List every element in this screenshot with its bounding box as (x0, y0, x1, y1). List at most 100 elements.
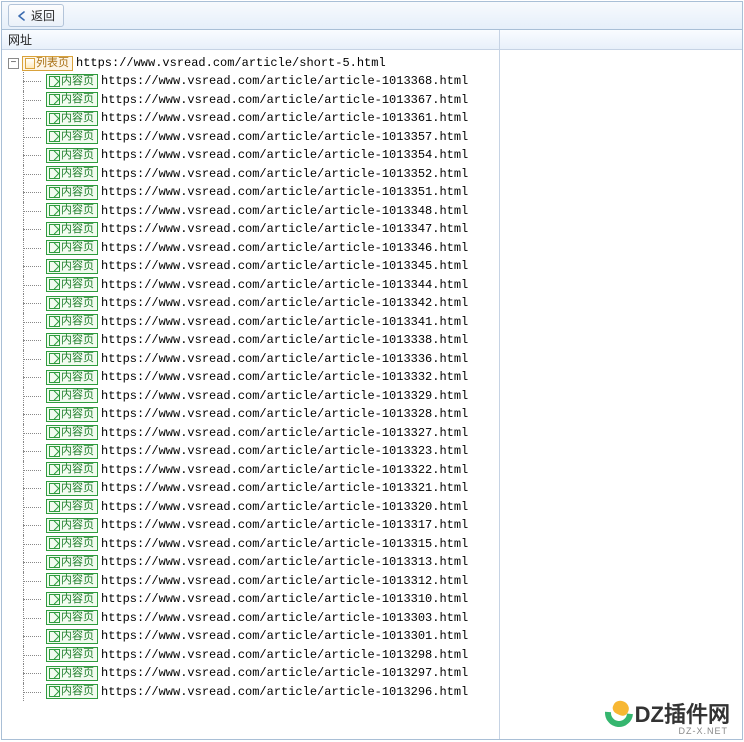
tree-child-row[interactable]: 内容页https://www.vsread.com/article/articl… (18, 202, 499, 221)
tree-child-row[interactable]: 内容页https://www.vsread.com/article/articl… (18, 572, 499, 591)
external-link-icon (49, 557, 60, 568)
content-page-tag[interactable]: 内容页 (46, 277, 98, 292)
content-page-tag[interactable]: 内容页 (46, 296, 98, 311)
tree-child-row[interactable]: 内容页https://www.vsread.com/article/articl… (18, 220, 499, 239)
external-link-icon (49, 594, 60, 605)
content-page-tag[interactable]: 内容页 (46, 536, 98, 551)
child-url: https://www.vsread.com/article/article-1… (101, 257, 468, 276)
content-page-tag[interactable]: 内容页 (46, 185, 98, 200)
tree-child-row[interactable]: 内容页https://www.vsread.com/article/articl… (18, 257, 499, 276)
content-page-tag[interactable]: 内容页 (46, 666, 98, 681)
tree-child-row[interactable]: 内容页https://www.vsread.com/article/articl… (18, 294, 499, 313)
content-page-tag[interactable]: 内容页 (46, 647, 98, 662)
tree-child-row[interactable]: 内容页https://www.vsread.com/article/articl… (18, 627, 499, 646)
content-tag-label: 内容页 (61, 223, 94, 236)
content-page-tag[interactable]: 内容页 (46, 370, 98, 385)
content-page-tag[interactable]: 内容页 (46, 129, 98, 144)
content-page-tag[interactable]: 内容页 (46, 203, 98, 218)
external-link-icon (49, 612, 60, 623)
tree-children: 内容页https://www.vsread.com/article/articl… (18, 72, 499, 701)
external-link-icon (49, 279, 60, 290)
tree-child-row[interactable]: 内容页https://www.vsread.com/article/articl… (18, 498, 499, 517)
tree-child-row[interactable]: 内容页 https://www.vsread.com/article/articl… (18, 331, 499, 350)
content-page-tag[interactable]: 内容页 (46, 166, 98, 181)
tree-child-row[interactable]: 内容页https://www.vsread.com/article/articl… (18, 91, 499, 110)
right-panel (500, 30, 742, 739)
tree-child-row[interactable]: 内容页https://www.vsread.com/article/articl… (18, 664, 499, 683)
content-page-tag[interactable]: 内容页 (46, 499, 98, 514)
content-page-tag[interactable]: 内容页 (46, 388, 98, 403)
tree-child-row[interactable]: 内容页https://www.vsread.com/article/articl… (18, 109, 499, 128)
tree-child-row[interactable]: 内容页https://www.vsread.com/article/articl… (18, 609, 499, 628)
tree-child-row[interactable]: 内容页https://www.vsread.com/article/articl… (18, 683, 499, 702)
external-link-icon (49, 168, 60, 179)
tree-child-row[interactable]: 内容页https://www.vsread.com/article/articl… (18, 239, 499, 258)
content-page-tag[interactable]: 内容页 (46, 684, 98, 699)
tree-child-row[interactable]: 内容页https://www.vsread.com/article/articl… (18, 424, 499, 443)
content-tag-label: 内容页 (61, 667, 94, 680)
content-page-tag[interactable]: 内容页 (46, 111, 98, 126)
tree-child-row[interactable]: 内容页https://www.vsread.com/article/articl… (18, 276, 499, 295)
content-page-tag[interactable]: 内容页 (46, 314, 98, 329)
expander-icon[interactable]: − (8, 58, 19, 69)
child-url: https://www.vsread.com/article/article-1… (101, 331, 468, 350)
content-page-tag[interactable]: 内容页 (46, 629, 98, 644)
tree-child-row[interactable]: 内容页https://www.vsread.com/article/articl… (18, 479, 499, 498)
back-arrow-icon (17, 11, 27, 21)
tree-child-row[interactable]: 内容页https://www.vsread.com/article/articl… (18, 535, 499, 554)
list-page-tag[interactable]: 列表页 (22, 56, 73, 71)
content-page-tag[interactable]: 内容页 (46, 148, 98, 163)
content-page-tag[interactable]: 内容页 (46, 444, 98, 459)
content-tag-label: 内容页 (61, 519, 94, 532)
tree-child-row[interactable]: 内容页https://www.vsread.com/article/articl… (18, 128, 499, 147)
tree-child-row[interactable]: 内容页https://www.vsread.com/article/articl… (18, 146, 499, 165)
content-tag-label: 内容页 (61, 371, 94, 384)
content-page-tag[interactable]: 内容页 (46, 573, 98, 588)
tree-child-row[interactable]: 内容页https://www.vsread.com/article/articl… (18, 313, 499, 332)
content-page-tag[interactable]: 内容页 (46, 240, 98, 255)
child-url: https://www.vsread.com/article/article-1… (101, 479, 468, 498)
external-link-icon (49, 520, 60, 531)
tree-child-row[interactable]: 内容页https://www.vsread.com/article/articl… (18, 646, 499, 665)
tree-child-row[interactable]: 内容页https://www.vsread.com/article/articl… (18, 72, 499, 91)
tree-child-row[interactable]: 内容页https://www.vsread.com/article/articl… (18, 553, 499, 572)
tree-view[interactable]: − 列表页 https://www.vsread.com/article/sho… (2, 50, 499, 739)
content-page-tag[interactable]: 内容页 (46, 222, 98, 237)
content-page-tag[interactable]: 内容页 (46, 259, 98, 274)
external-link-icon (49, 372, 60, 383)
content-page-tag[interactable]: 内容页 (46, 592, 98, 607)
content-page-tag[interactable]: 内容页 (46, 351, 98, 366)
content-tag-label: 内容页 (61, 574, 94, 587)
content-page-tag[interactable]: 内容页 (46, 555, 98, 570)
tree-child-row[interactable]: 内容页 https://www.vsread.com/article/articl… (18, 368, 499, 387)
tree-child-row[interactable]: 内容页https://www.vsread.com/article/articl… (18, 350, 499, 369)
tree-child-row[interactable]: 内容页https://www.vsread.com/article/articl… (18, 387, 499, 406)
child-url: https://www.vsread.com/article/article-1… (101, 368, 468, 387)
content-page-tag[interactable]: 内容页 (46, 92, 98, 107)
content-page-tag[interactable]: 内容页 (46, 407, 98, 422)
tree-child-row[interactable]: 内容页https://www.vsread.com/article/articl… (18, 405, 499, 424)
external-link-icon (49, 205, 60, 216)
content-tag-label: 内容页 (61, 334, 94, 347)
tree-child-row[interactable]: 内容页https://www.vsread.com/article/articl… (18, 183, 499, 202)
tree-child-row[interactable]: 内容页https://www.vsread.com/article/articl… (18, 461, 499, 480)
child-url: https://www.vsread.com/article/article-1… (101, 424, 468, 443)
content-page-tag[interactable]: 内容页 (46, 610, 98, 625)
external-link-icon (49, 187, 60, 198)
content-page-tag[interactable]: 内容页 (46, 462, 98, 477)
tree-child-row[interactable]: 内容页https://www.vsread.com/article/articl… (18, 442, 499, 461)
tree-child-row[interactable]: 内容页https://www.vsread.com/article/articl… (18, 165, 499, 184)
content-page-tag[interactable]: 内容页 (46, 481, 98, 496)
content-page-tag[interactable]: 内容页 (46, 425, 98, 440)
back-button[interactable]: 返回 (8, 4, 64, 27)
tree-child-row[interactable]: 内容页https://www.vsread.com/article/articl… (18, 516, 499, 535)
child-url: https://www.vsread.com/article/article-1… (101, 590, 468, 609)
external-link-icon (49, 427, 60, 438)
content-tag-label: 内容页 (61, 149, 94, 162)
content-page-tag[interactable]: 内容页 (46, 74, 98, 89)
tree-root-row[interactable]: − 列表页 https://www.vsread.com/article/sho… (8, 54, 499, 72)
content-page-tag[interactable]: 内容页 (46, 518, 98, 533)
content-tag-label: 内容页 (61, 315, 94, 328)
content-page-tag[interactable]: 内容页 (46, 333, 98, 348)
tree-child-row[interactable]: 内容页https://www.vsread.com/article/articl… (18, 590, 499, 609)
